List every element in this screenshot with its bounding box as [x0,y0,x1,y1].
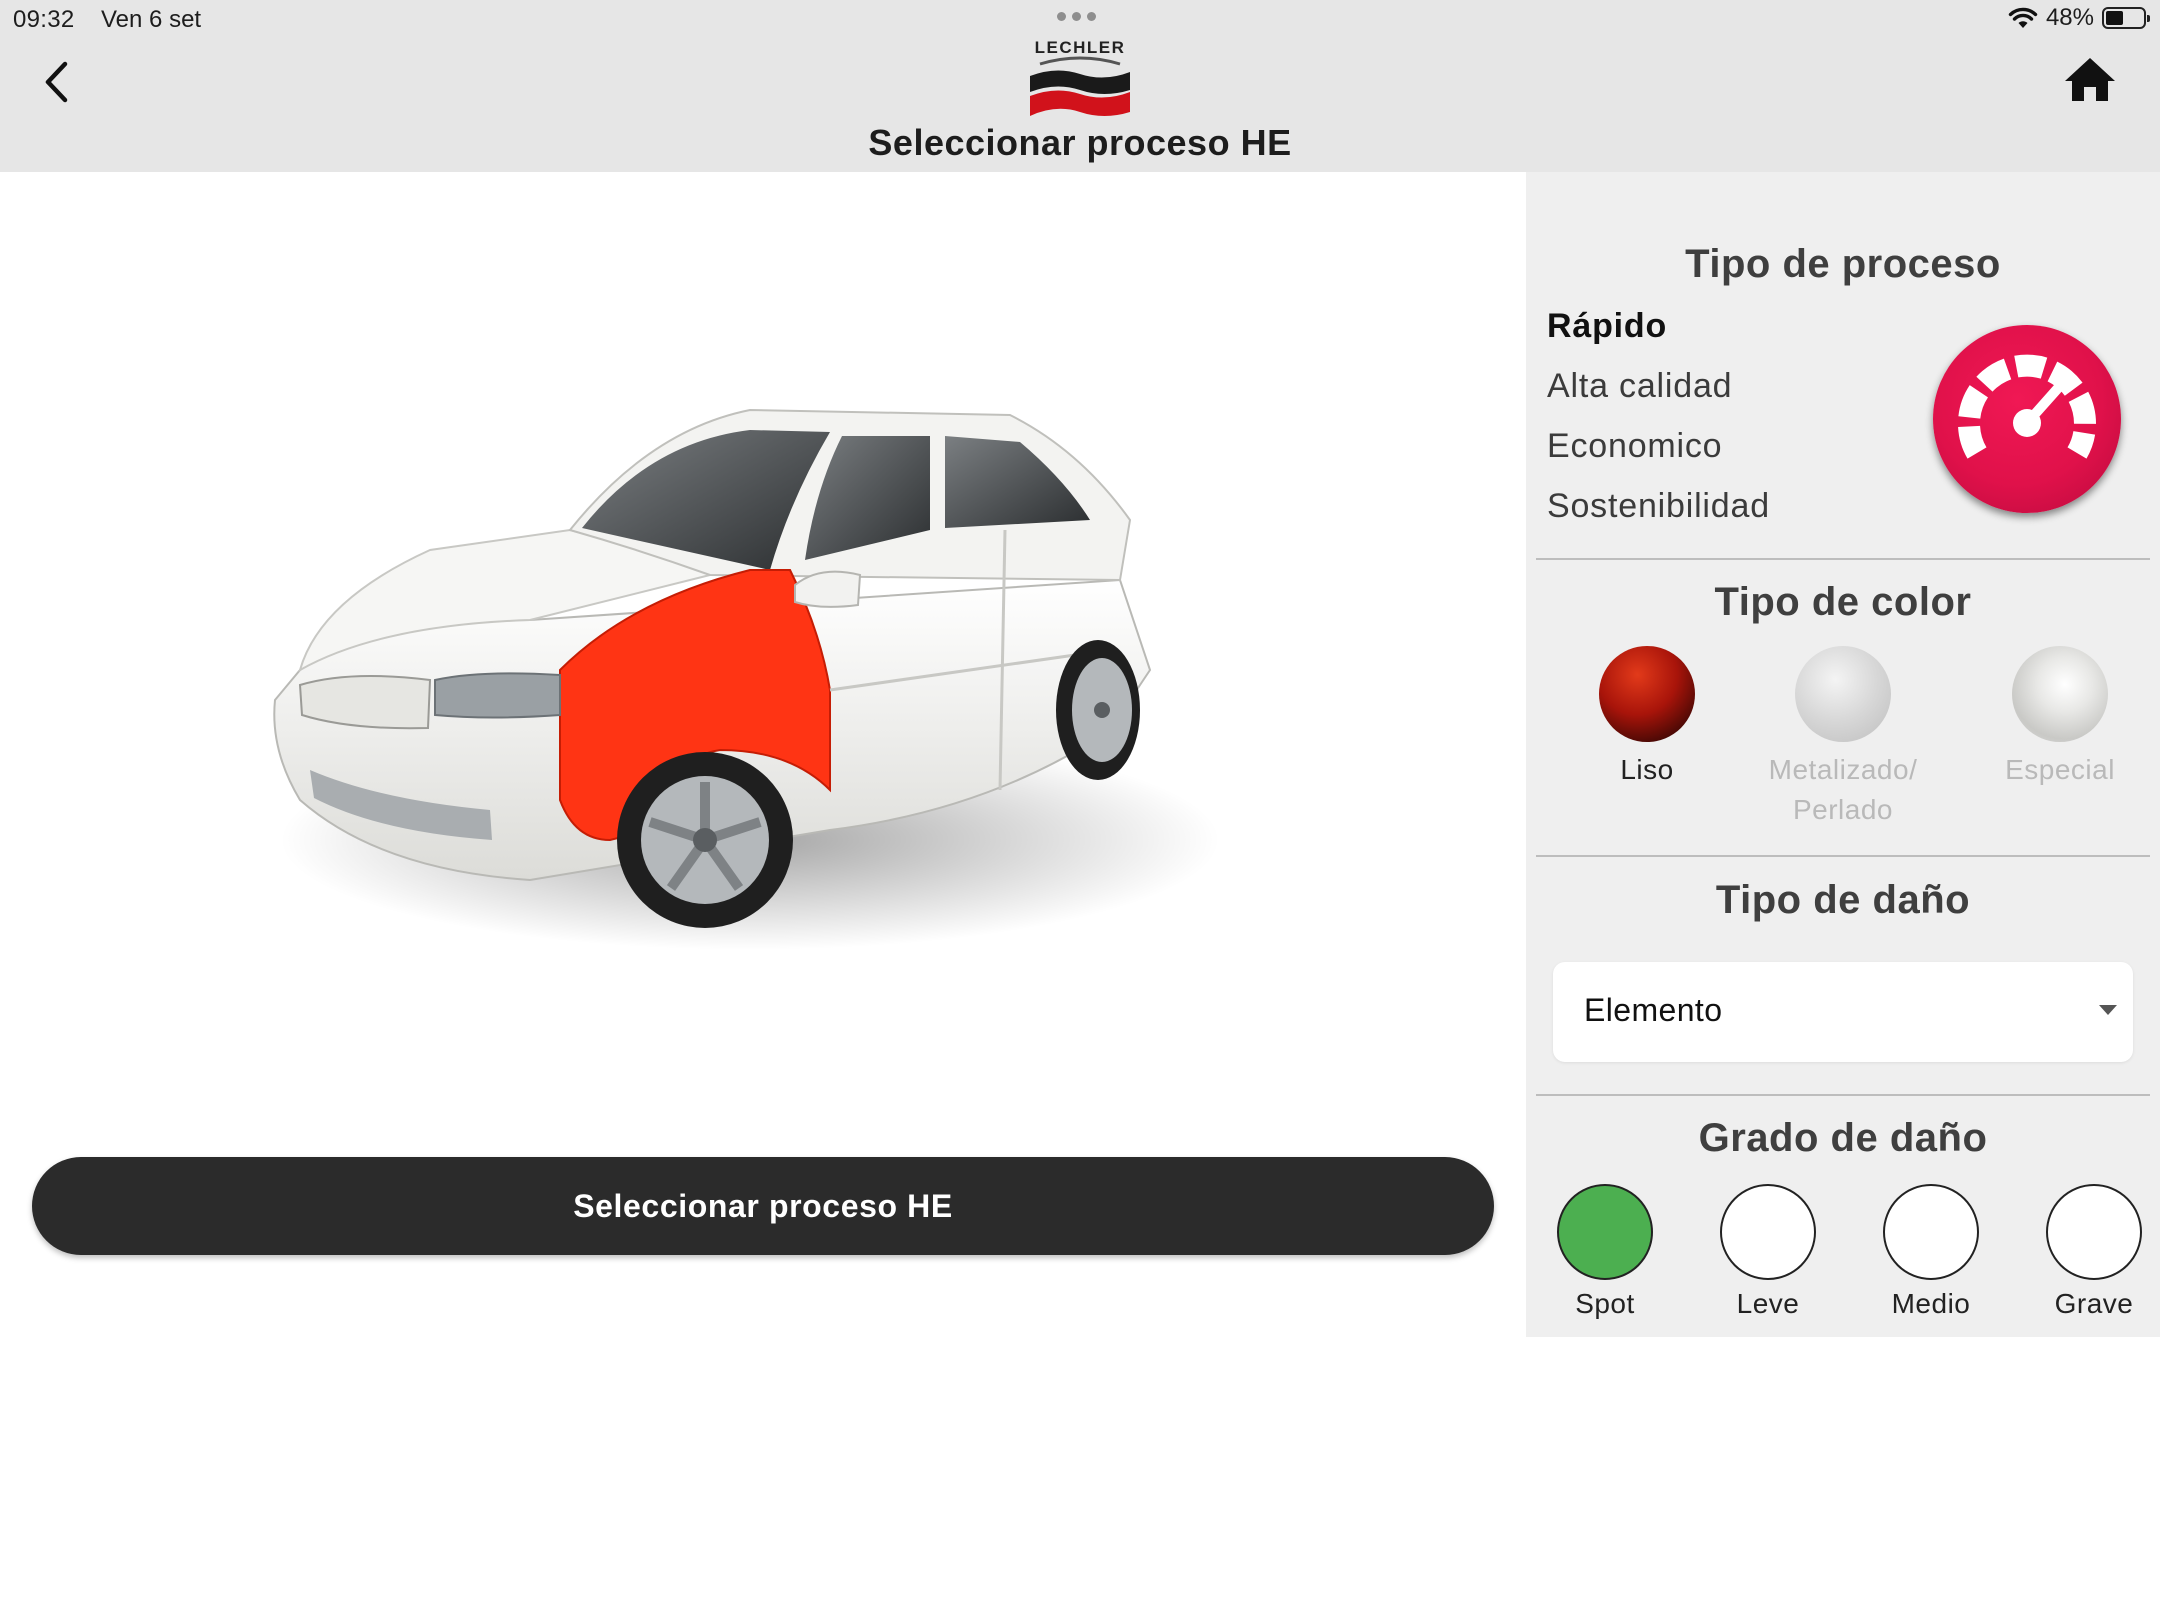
wifi-icon [2008,7,2038,28]
chevron-down-icon [2099,1005,2117,1015]
process-option-sostenibilidad[interactable]: Sostenibilidad [1547,487,1770,526]
color-swatch-liso [1599,646,1695,742]
grade-label-spot: Spot [1575,1288,1635,1319]
divider-damage-type [1536,1094,2150,1096]
damage-type-value: Elemento [1584,992,1723,1028]
grade-option-grave[interactable]: Grave [2019,1184,2160,1320]
grade-radio-spot [1557,1184,1653,1280]
status-time: 09:32 [13,6,75,33]
car-illustration [273,408,1220,950]
grade-option-medio[interactable]: Medio [1856,1184,2006,1320]
grade-radio-medio [1883,1184,1979,1280]
home-button[interactable] [2063,55,2117,105]
logo-emblem [1030,56,1130,116]
page-title: Seleccionar proceso HE [868,122,1292,163]
divider-color [1536,855,2150,857]
select-process-button[interactable]: Seleccionar proceso HE [32,1157,1494,1255]
damage-grade-title: Grado de daño [1698,1116,1988,1160]
back-button[interactable] [36,56,76,108]
car-image[interactable] [230,370,1280,970]
chevron-left-icon [45,61,68,103]
battery-percent: 48% [2045,4,2094,31]
options-panel: Tipo de proceso Rápido Alta calidad Econ… [1526,172,2160,1337]
color-type-title: Tipo de color [1714,580,1972,624]
divider-process [1536,558,2150,560]
process-option-economico[interactable]: Economico [1547,427,1722,466]
damage-type-title: Tipo de daño [1715,878,1971,922]
lechler-logo: LECHLER [1026,38,1134,120]
damage-type-dropdown[interactable]: Elemento [1553,962,2133,1062]
color-label-especial: Especial [2005,754,2115,785]
color-swatch-metalizado [1795,646,1891,742]
grade-option-spot[interactable]: Spot [1530,1184,1680,1320]
process-speed-badge [1933,325,2121,513]
status-indicators: 48% [2008,4,2150,32]
grade-radio-grave [2046,1184,2142,1280]
battery-icon [2102,7,2150,29]
grade-label-medio: Medio [1891,1288,1971,1319]
color-swatch-especial [2012,646,2108,742]
home-icon [2065,58,2115,101]
status-date: Ven 6 set [101,6,202,33]
process-option-rapido[interactable]: Rápido [1547,307,1667,346]
color-label-liso: Liso [1620,754,1674,785]
process-type-title: Tipo de proceso [1685,242,2001,286]
color-label-metalizado: Metalizado/ [1768,754,1918,785]
top-bar: 09:32 Ven 6 set 48% LECHLER Seleccionar … [0,0,2160,172]
color-option-metalizado[interactable]: Metalizado/ Perlado [1758,646,1928,830]
color-option-especial[interactable]: Especial [1975,646,2145,790]
multitask-handle[interactable] [1057,12,1096,21]
process-option-alta-calidad[interactable]: Alta calidad [1547,367,1732,406]
speedometer-icon [1958,354,2096,459]
grade-radio-leve [1720,1184,1816,1280]
grade-label-grave: Grave [2054,1288,2134,1319]
grade-option-leve[interactable]: Leve [1693,1184,1843,1320]
color-label-perlado: Perlado [1792,794,1893,825]
color-option-liso[interactable]: Liso [1562,646,1732,790]
grade-label-leve: Leve [1736,1288,1800,1319]
